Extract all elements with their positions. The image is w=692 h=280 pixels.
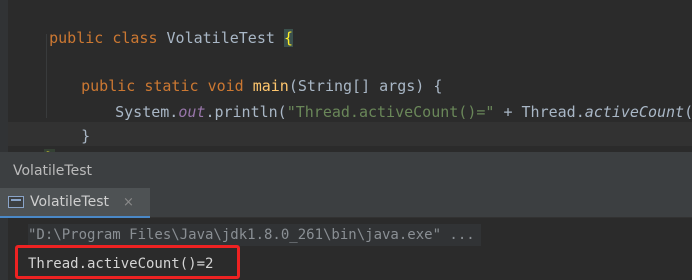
keyword-public: public <box>49 29 113 47</box>
call-end: ()); <box>684 103 692 121</box>
run-panel-title: VolatileTest <box>0 155 692 188</box>
console-icon <box>8 196 24 208</box>
console-gutter <box>0 218 8 280</box>
concat-thread: + Thread. <box>494 103 585 121</box>
static-field-out: out <box>178 103 206 121</box>
class-name: VolatileTest <box>166 29 284 47</box>
code-line-close-method: } <box>45 100 90 145</box>
open-brace-highlighted: { <box>283 29 293 47</box>
code-line-class-declaration: public class VolatileTest { <box>13 2 293 47</box>
code-line-println: System.out.println("Thread.activeCount()… <box>79 76 692 121</box>
system-ref: System. <box>115 103 179 121</box>
string-literal: "Thread.activeCount()=" <box>286 103 495 121</box>
code-line-close-class: } <box>8 122 56 167</box>
close-brace-method: } <box>81 127 91 145</box>
run-tab-label: VolatileTest <box>30 194 109 210</box>
run-tab[interactable]: VolatileTest × <box>0 188 150 218</box>
println-call: .println( <box>205 103 287 121</box>
console-command-line[interactable]: "D:\Program Files\Java\jdk1.8.0_261\bin\… <box>28 224 481 246</box>
close-icon[interactable]: × <box>123 195 134 210</box>
current-line-highlight <box>8 122 692 146</box>
code-editor[interactable]: public class VolatileTest { public stati… <box>0 0 692 167</box>
code-line-main-method: public static void main(String[] args) { <box>45 50 442 95</box>
run-tab-bar: VolatileTest × <box>0 188 692 218</box>
method-active-count: activeCount <box>584 103 685 121</box>
editor-gutter <box>0 0 8 152</box>
keyword-class: class <box>112 29 167 47</box>
console-output[interactable]: "D:\Program Files\Java\jdk1.8.0_261\bin\… <box>0 218 692 280</box>
highlight-annotation-box <box>15 245 240 279</box>
